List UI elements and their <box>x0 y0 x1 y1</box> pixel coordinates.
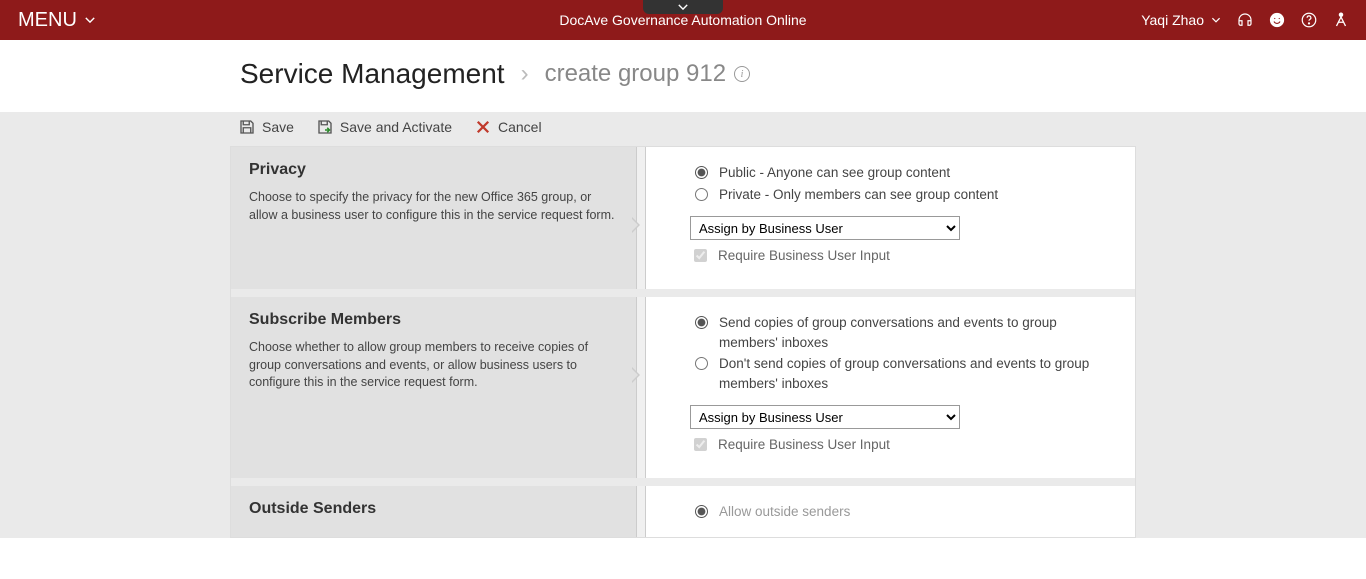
breadcrumb-current: create group 912 i <box>545 60 750 88</box>
chevron-right-icon: › <box>521 60 529 88</box>
radio-input[interactable] <box>695 505 708 518</box>
chevron-down-icon <box>83 13 97 27</box>
action-toolbar: Save Save and Activate Cancel <box>0 118 1366 146</box>
save-icon <box>238 118 256 136</box>
header-right: Yaqi Zhao <box>1141 11 1366 29</box>
compass-icon[interactable] <box>1332 11 1350 29</box>
breadcrumb-parent[interactable]: Service Management <box>240 58 505 90</box>
radio-subscribe-send[interactable]: Send copies of group conversations and e… <box>690 313 1117 352</box>
top-bar: MENU DocAve Governance Automation Online… <box>0 0 1366 40</box>
section-privacy: Privacy Choose to specify the privacy fo… <box>231 147 1135 297</box>
section-divider <box>636 486 646 538</box>
breadcrumb-current-label: create group 912 <box>545 60 726 88</box>
chevron-down-icon <box>676 2 690 12</box>
section-privacy-controls: Public - Anyone can see group content Pr… <box>646 147 1135 289</box>
save-activate-label: Save and Activate <box>340 119 452 135</box>
radio-input[interactable] <box>695 188 708 201</box>
radio-label: Send copies of group conversations and e… <box>719 313 1117 352</box>
settings-panel[interactable]: Privacy Choose to specify the privacy fo… <box>230 146 1136 538</box>
checkbox-input[interactable] <box>694 438 707 451</box>
radio-input[interactable] <box>695 316 708 329</box>
headset-icon[interactable] <box>1236 11 1254 29</box>
save-activate-icon <box>316 118 334 136</box>
section-desc: Choose to specify the privacy for the ne… <box>249 189 618 224</box>
section-subscribe-controls: Send copies of group conversations and e… <box>646 297 1135 478</box>
radio-input[interactable] <box>695 357 708 370</box>
radio-subscribe-dont[interactable]: Don't send copies of group conversations… <box>690 354 1117 393</box>
radio-outside-allow[interactable]: Allow outside senders <box>690 502 1117 522</box>
section-subscribe-info: Subscribe Members Choose whether to allo… <box>231 297 636 478</box>
section-privacy-info: Privacy Choose to specify the privacy fo… <box>231 147 636 289</box>
pull-down-tab[interactable] <box>643 0 723 14</box>
user-name: Yaqi Zhao <box>1141 12 1204 28</box>
chevron-down-icon <box>1210 14 1222 26</box>
save-label: Save <box>262 119 294 135</box>
radio-label: Don't send copies of group conversations… <box>719 354 1117 393</box>
radio-label: Private - Only members can see group con… <box>719 185 998 205</box>
radio-privacy-private[interactable]: Private - Only members can see group con… <box>690 185 1117 205</box>
help-icon[interactable] <box>1300 11 1318 29</box>
subscribe-require-checkbox[interactable]: Require Business User Input <box>690 435 1117 454</box>
user-menu[interactable]: Yaqi Zhao <box>1141 12 1222 28</box>
radio-label: Allow outside senders <box>719 502 850 522</box>
section-outside-info: Outside Senders <box>231 486 636 538</box>
checkbox-input[interactable] <box>694 249 707 262</box>
breadcrumb: Service Management › create group 912 i <box>0 40 1366 112</box>
content-area: Save Save and Activate Cancel Privacy Ch… <box>0 112 1366 538</box>
privacy-require-checkbox[interactable]: Require Business User Input <box>690 246 1117 265</box>
section-subscribe: Subscribe Members Choose whether to allo… <box>231 297 1135 486</box>
section-title: Privacy <box>249 161 618 179</box>
menu-label: MENU <box>18 9 77 32</box>
section-divider <box>636 147 646 289</box>
cancel-label: Cancel <box>498 119 542 135</box>
cancel-icon <box>474 118 492 136</box>
section-desc: Choose whether to allow group members to… <box>249 339 618 392</box>
checkbox-label: Require Business User Input <box>718 437 890 452</box>
radio-privacy-public[interactable]: Public - Anyone can see group content <box>690 163 1117 183</box>
smile-icon[interactable] <box>1268 11 1286 29</box>
section-title: Subscribe Members <box>249 311 618 329</box>
save-activate-button[interactable]: Save and Activate <box>316 118 452 136</box>
section-outside: Outside Senders Allow outside senders <box>231 486 1135 538</box>
section-divider <box>636 297 646 478</box>
section-title: Outside Senders <box>249 500 618 518</box>
radio-label: Public - Anyone can see group content <box>719 163 950 183</box>
menu-button[interactable]: MENU <box>0 9 115 32</box>
info-icon[interactable]: i <box>734 66 750 82</box>
radio-input[interactable] <box>695 166 708 179</box>
cancel-button[interactable]: Cancel <box>474 118 542 136</box>
privacy-assign-select[interactable]: Assign by Business User <box>690 216 960 240</box>
checkbox-label: Require Business User Input <box>718 248 890 263</box>
save-button[interactable]: Save <box>238 118 294 136</box>
subscribe-assign-select[interactable]: Assign by Business User <box>690 405 960 429</box>
section-outside-controls: Allow outside senders <box>646 486 1135 538</box>
